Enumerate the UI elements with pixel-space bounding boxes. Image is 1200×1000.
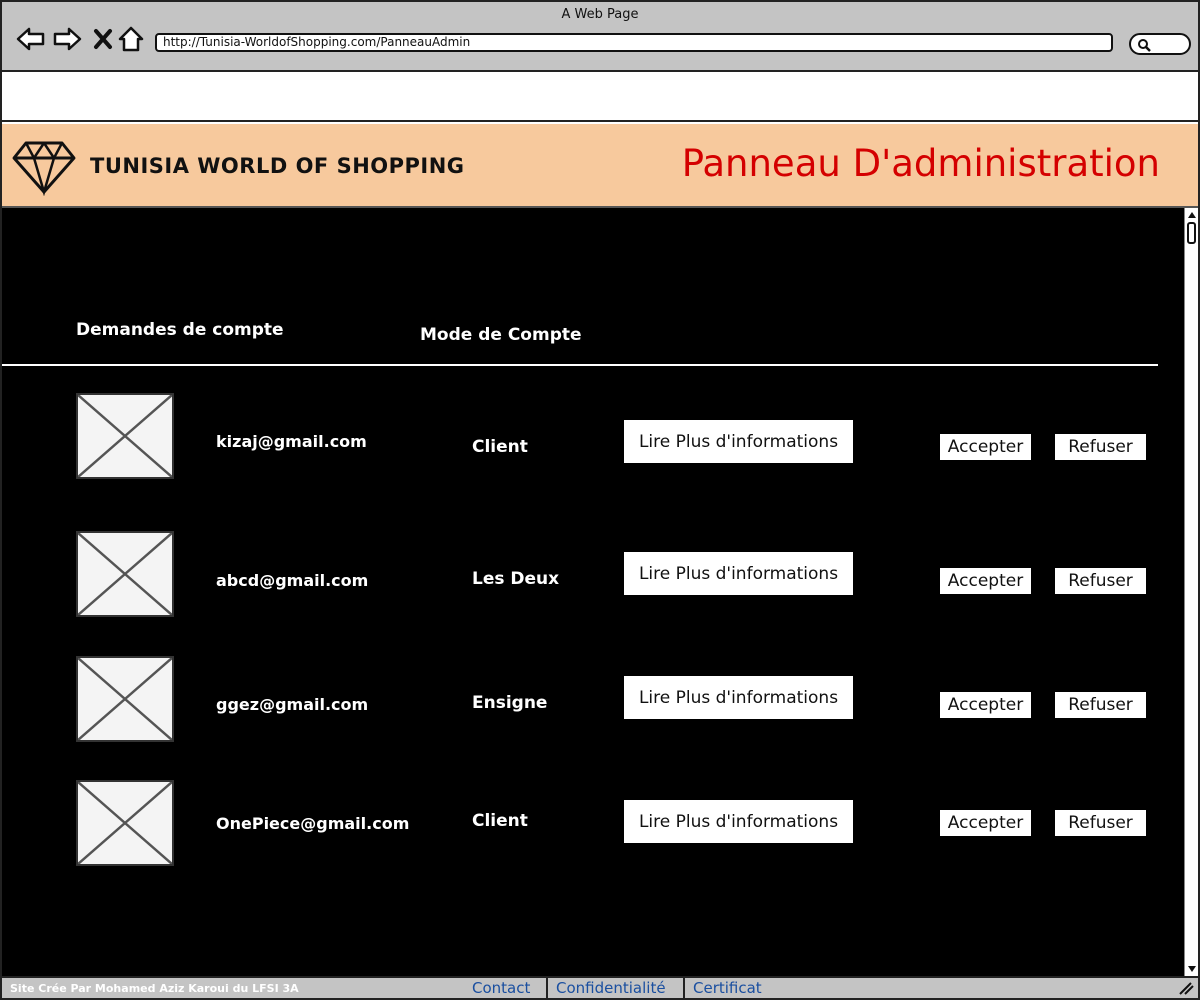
account-mode: Client bbox=[472, 811, 528, 831]
table-row: ggez@gmail.com Ensigne Lire Plus d'infor… bbox=[2, 656, 1184, 742]
avatar-placeholder bbox=[76, 531, 174, 617]
account-email: ggez@gmail.com bbox=[216, 695, 369, 714]
account-mode: Client bbox=[472, 437, 528, 457]
diamond-icon[interactable] bbox=[12, 140, 76, 200]
site-header: TUNISIA WORLD OF SHOPPING Panneau D'admi… bbox=[2, 124, 1198, 208]
vertical-scrollbar[interactable] bbox=[1184, 208, 1198, 976]
scroll-up-arrow-icon[interactable] bbox=[1187, 210, 1197, 220]
address-bar[interactable]: http://Tunisia-WorldofShopping.com/Panne… bbox=[155, 33, 1113, 52]
bookmarks-bar bbox=[2, 72, 1198, 122]
brand-name[interactable]: TUNISIA WORLD OF SHOPPING bbox=[90, 154, 465, 178]
refuse-button[interactable]: Refuser bbox=[1055, 434, 1146, 460]
account-email: abcd@gmail.com bbox=[216, 571, 369, 590]
avatar-placeholder bbox=[76, 656, 174, 742]
accept-button[interactable]: Accepter bbox=[940, 810, 1031, 836]
read-more-button[interactable]: Lire Plus d'informations bbox=[624, 552, 853, 595]
account-mode: Ensigne bbox=[472, 693, 548, 713]
account-mode: Les Deux bbox=[472, 569, 560, 589]
admin-panel: Demandes de compte Mode de Compte kizaj@… bbox=[2, 208, 1184, 976]
resize-grip-icon[interactable] bbox=[1178, 981, 1194, 995]
column-header-requests: Demandes de compte bbox=[76, 320, 284, 340]
read-more-button[interactable]: Lire Plus d'informations bbox=[624, 676, 853, 719]
page-title: Panneau D'administration bbox=[681, 142, 1160, 185]
forward-icon[interactable] bbox=[52, 24, 82, 54]
column-header-mode: Mode de Compte bbox=[420, 325, 582, 345]
accept-button[interactable]: Accepter bbox=[940, 568, 1031, 594]
search-field[interactable] bbox=[1129, 33, 1191, 55]
avatar-placeholder bbox=[76, 780, 174, 866]
table-row: abcd@gmail.com Les Deux Lire Plus d'info… bbox=[2, 531, 1184, 617]
stop-icon[interactable] bbox=[88, 24, 118, 54]
browser-window: A Web Page http://Tunisia-WorldofShoppin… bbox=[0, 0, 1200, 1000]
window-title: A Web Page bbox=[561, 7, 639, 22]
refuse-button[interactable]: Refuser bbox=[1055, 810, 1146, 836]
scroll-down-arrow-icon[interactable] bbox=[1187, 964, 1197, 974]
refuse-button[interactable]: Refuser bbox=[1055, 692, 1146, 718]
footer-link-contact[interactable]: Contact bbox=[472, 979, 530, 997]
footer-link-privacy[interactable]: Confidentialité bbox=[556, 979, 666, 997]
account-email: kizaj@gmail.com bbox=[216, 432, 367, 451]
accept-button[interactable]: Accepter bbox=[940, 692, 1031, 718]
back-icon[interactable] bbox=[16, 24, 46, 54]
home-icon[interactable] bbox=[116, 24, 146, 54]
table-row: OnePiece@gmail.com Client Lire Plus d'in… bbox=[2, 780, 1184, 866]
search-icon bbox=[1138, 39, 1151, 52]
avatar-placeholder bbox=[76, 393, 174, 479]
read-more-button[interactable]: Lire Plus d'informations bbox=[624, 800, 853, 843]
footer-credit: Site Crée Par Mohamed Aziz Karoui du LFS… bbox=[10, 982, 299, 995]
table-row: kizaj@gmail.com Client Lire Plus d'infor… bbox=[2, 393, 1184, 479]
browser-toolbar: A Web Page http://Tunisia-WorldofShoppin… bbox=[2, 2, 1198, 72]
footer-separator bbox=[546, 978, 548, 998]
read-more-button[interactable]: Lire Plus d'informations bbox=[624, 420, 853, 463]
header-divider bbox=[2, 364, 1158, 366]
account-email: OnePiece@gmail.com bbox=[216, 814, 410, 833]
footer-link-certificate[interactable]: Certificat bbox=[693, 979, 762, 997]
footer-separator bbox=[683, 978, 685, 998]
refuse-button[interactable]: Refuser bbox=[1055, 568, 1146, 594]
accept-button[interactable]: Accepter bbox=[940, 434, 1031, 460]
site-footer: Site Crée Par Mohamed Aziz Karoui du LFS… bbox=[2, 976, 1198, 998]
scroll-thumb[interactable] bbox=[1187, 222, 1196, 244]
